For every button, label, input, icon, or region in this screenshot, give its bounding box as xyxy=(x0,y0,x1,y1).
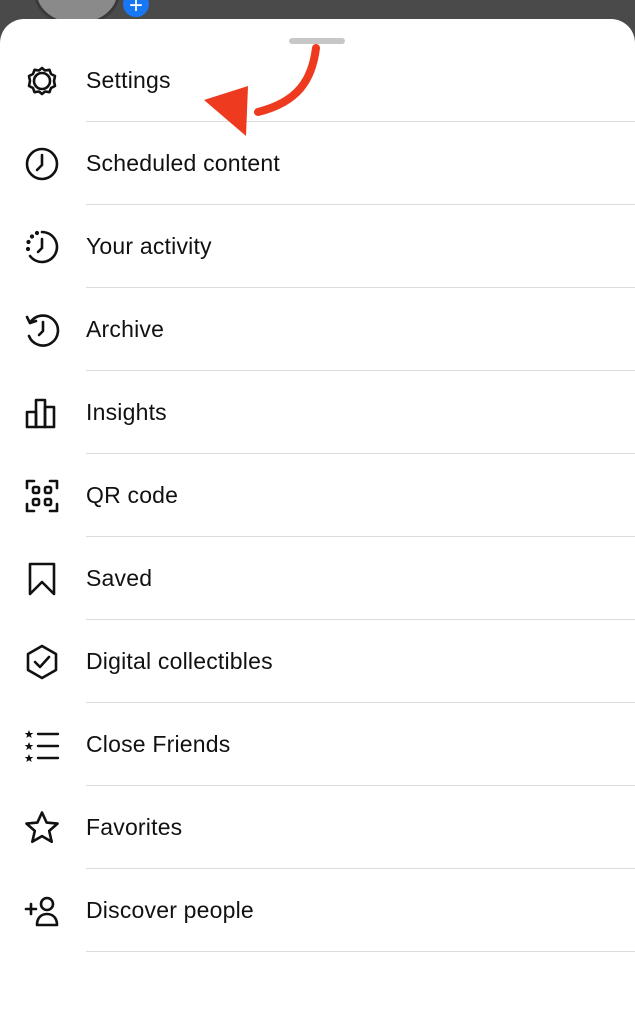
menu-item-label: Close Friends xyxy=(86,731,231,757)
menu-item-label: Insights xyxy=(86,399,167,425)
menu-item-label: QR code xyxy=(86,482,179,508)
qr-code-icon xyxy=(22,476,62,516)
menu-item-close-friends[interactable]: Close Friends xyxy=(0,703,635,786)
clock-icon xyxy=(22,144,62,184)
archive-icon xyxy=(22,310,62,350)
menu-item-label: Digital collectibles xyxy=(86,648,273,674)
menu-item-label: Scheduled content xyxy=(86,150,280,176)
menu-item-label: Archive xyxy=(86,316,165,342)
gear-icon xyxy=(22,61,62,101)
menu-item-insights[interactable]: Insights xyxy=(0,371,635,454)
menu-item-digital-collectibles[interactable]: Digital collectibles xyxy=(0,620,635,703)
menu-item-settings[interactable]: Settings xyxy=(0,39,635,122)
add-story-plus-icon[interactable]: + xyxy=(120,0,152,20)
menu-item-label: Favorites xyxy=(86,814,183,840)
insights-icon xyxy=(22,393,62,433)
menu-item-label: Your activity xyxy=(86,233,212,259)
settings-menu: Settings Scheduled content Your activity xyxy=(0,39,635,952)
menu-item-favorites[interactable]: Favorites xyxy=(0,786,635,869)
menu-item-label: Saved xyxy=(86,565,153,591)
bookmark-icon xyxy=(22,559,62,599)
menu-item-archive[interactable]: Archive xyxy=(0,288,635,371)
star-icon xyxy=(22,808,62,848)
add-person-icon xyxy=(22,891,62,931)
menu-item-label: Settings xyxy=(86,67,171,93)
menu-item-scheduled-content[interactable]: Scheduled content xyxy=(0,122,635,205)
close-friends-icon xyxy=(22,725,62,765)
divider xyxy=(86,951,635,952)
menu-item-saved[interactable]: Saved xyxy=(0,537,635,620)
menu-item-your-activity[interactable]: Your activity xyxy=(0,205,635,288)
menu-item-discover-people[interactable]: Discover people xyxy=(0,869,635,952)
menu-item-label: Discover people xyxy=(86,897,254,923)
activity-icon xyxy=(22,227,62,267)
collectibles-icon xyxy=(22,642,62,682)
menu-item-qr-code[interactable]: QR code xyxy=(0,454,635,537)
